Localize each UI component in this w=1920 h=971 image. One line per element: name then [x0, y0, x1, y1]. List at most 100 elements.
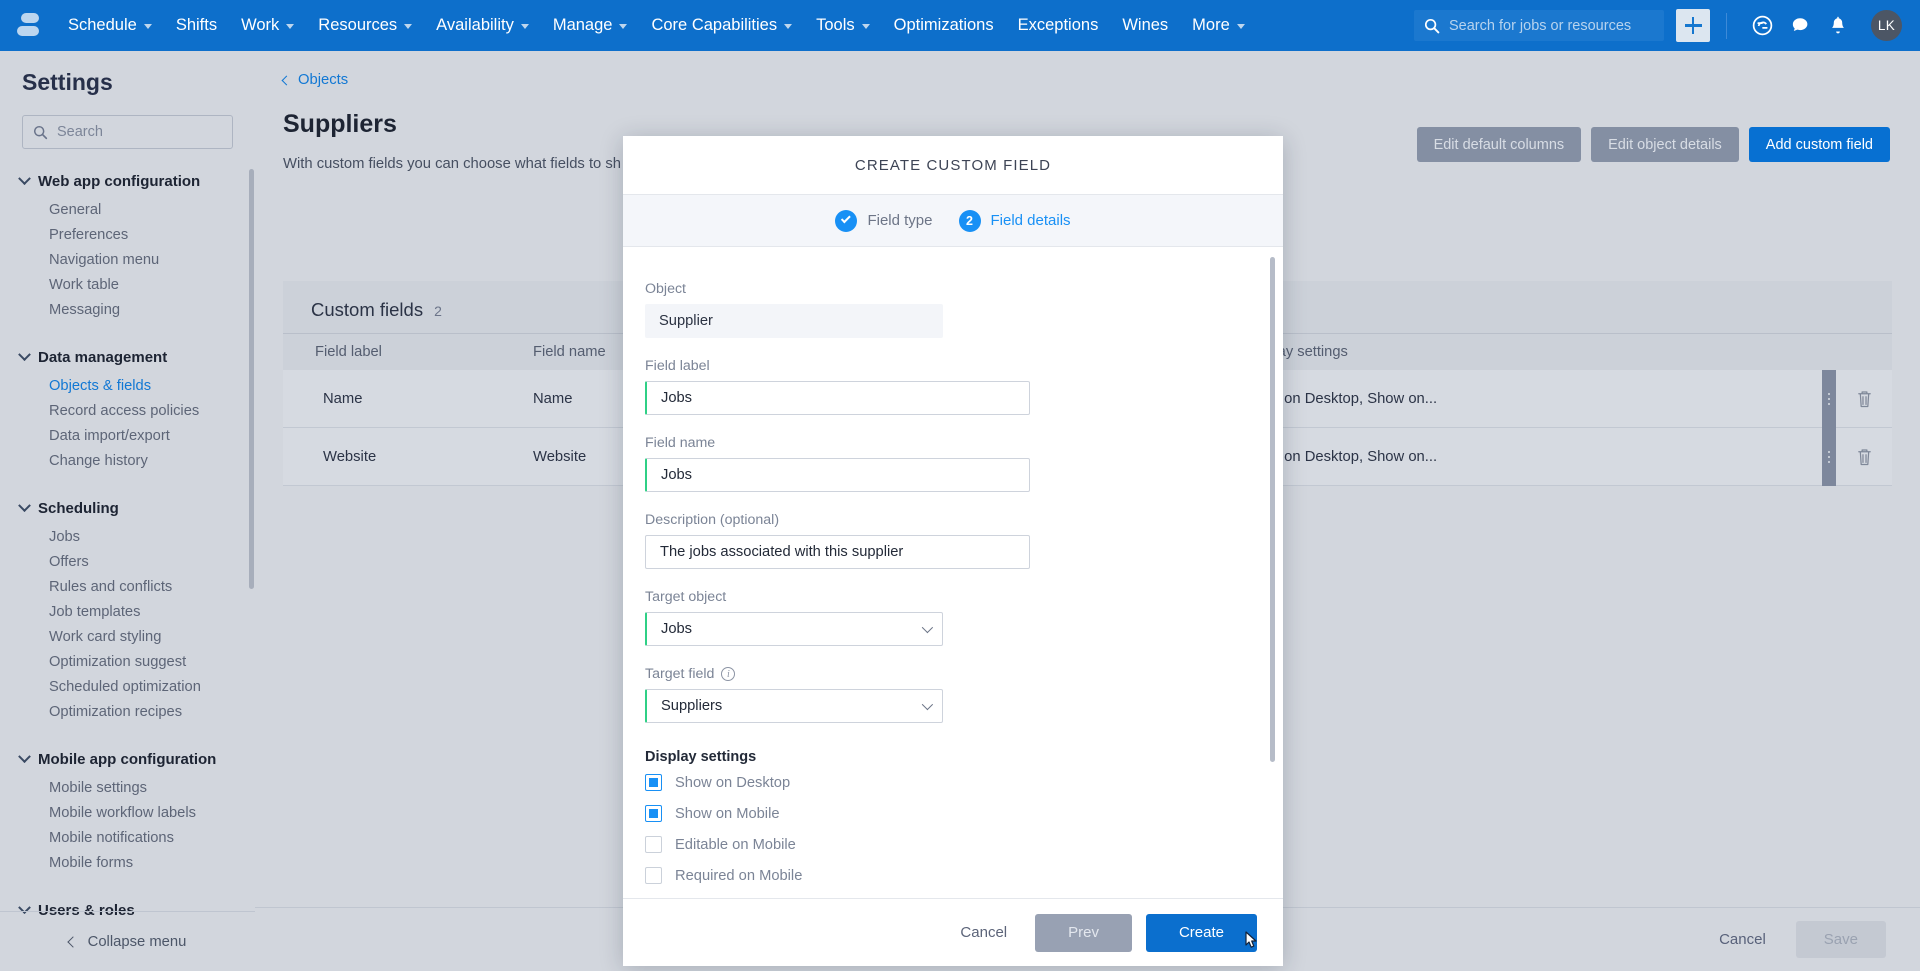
checkbox-row-show-on-desktop[interactable]: Show on Desktop [645, 774, 1283, 791]
sidebar-search-input[interactable]: Search [22, 115, 233, 149]
checkbox-row-show-on-mobile[interactable]: Show on Mobile [645, 805, 1283, 822]
column-header-field-label: Field label [283, 344, 533, 360]
description-input[interactable]: The jobs associated with this supplier [645, 535, 1030, 569]
create-custom-field-modal: CREATE CUSTOM FIELD Field type 2 Field d… [623, 136, 1283, 966]
delete-row-button[interactable] [1855, 446, 1874, 472]
modal-prev-button[interactable]: Prev [1035, 914, 1132, 952]
nav-item-more[interactable]: More [1180, 0, 1257, 51]
sidebar-item-preferences[interactable]: Preferences [0, 223, 255, 248]
nav-item-work[interactable]: Work [229, 0, 306, 51]
nav-item-tools[interactable]: Tools [804, 0, 882, 51]
page-save-button[interactable]: Save [1796, 921, 1886, 958]
search-icon [33, 125, 48, 140]
sidebar-group-header[interactable]: Data management [0, 341, 255, 374]
sidebar-item-mobile-notifications[interactable]: Mobile notifications [0, 826, 255, 851]
modal-cancel-button[interactable]: Cancel [946, 924, 1021, 941]
field-name-label: Field name [645, 435, 1283, 451]
target-field-select[interactable]: Suppliers [645, 689, 943, 723]
sidebar-item-offers[interactable]: Offers [0, 550, 255, 575]
modal-create-button[interactable]: Create [1146, 914, 1257, 952]
collapse-menu-button[interactable]: Collapse menu [0, 911, 255, 971]
chat-icon[interactable] [1781, 7, 1819, 45]
checkbox-label: Show on Mobile [675, 806, 780, 822]
sidebar-group-scheduling: Scheduling Jobs Offers Rules and conflic… [0, 492, 255, 725]
chevron-down-icon [404, 24, 412, 29]
sidebar-item-scheduled-optimization[interactable]: Scheduled optimization [0, 675, 255, 700]
nav-item-resources[interactable]: Resources [306, 0, 424, 51]
avatar-initials: LK [1878, 18, 1895, 33]
target-field-label-text: Target field [645, 666, 714, 682]
sidebar-item-mobile-forms[interactable]: Mobile forms [0, 851, 255, 876]
checkbox-row-editable-on-mobile[interactable]: Editable on Mobile [645, 836, 1283, 853]
field-label-input[interactable]: Jobs [645, 381, 1030, 415]
delete-row-button[interactable] [1855, 388, 1874, 414]
sidebar-group-web-app-configuration: Web app configuration General Preference… [0, 165, 255, 323]
target-object-label: Target object [645, 589, 1283, 605]
sidebar-item-change-history[interactable]: Change history [0, 449, 255, 474]
nav-item-manage[interactable]: Manage [541, 0, 640, 51]
sidebar-item-general[interactable]: General [0, 198, 255, 223]
checkbox-label: Editable on Mobile [675, 837, 796, 853]
checkbox-row-required-on-mobile[interactable]: Required on Mobile [645, 867, 1283, 884]
sidebar-item-optimization-suggest[interactable]: Optimization suggest [0, 650, 255, 675]
cell-display-settings: Show on Desktop, Show on... [1243, 449, 1743, 465]
add-custom-field-button[interactable]: Add custom field [1749, 127, 1890, 162]
custom-fields-title: Custom fields [311, 299, 423, 321]
nav-item-schedule[interactable]: Schedule [56, 0, 164, 51]
chevron-down-icon [922, 622, 933, 633]
step-label: Field details [991, 212, 1071, 229]
global-search-input[interactable]: Search for jobs or resources [1414, 10, 1664, 41]
nav-item-exceptions[interactable]: Exceptions [1006, 0, 1111, 51]
nav-item-shifts[interactable]: Shifts [164, 0, 229, 51]
sidebar-item-record-access-policies[interactable]: Record access policies [0, 399, 255, 424]
field-group-target-field: Target field i Suppliers [645, 666, 1283, 723]
sidebar-group-header[interactable]: Web app configuration [0, 165, 255, 198]
sidebar-group-header[interactable]: Mobile app configuration [0, 743, 255, 776]
sidebar-item-navigation-menu[interactable]: Navigation menu [0, 248, 255, 273]
nav-label: Work [241, 16, 279, 35]
sidebar-item-messaging[interactable]: Messaging [0, 298, 255, 323]
sidebar-item-work-card-styling[interactable]: Work card styling [0, 625, 255, 650]
nav-item-optimizations[interactable]: Optimizations [882, 0, 1006, 51]
drag-handle-icon[interactable] [1822, 428, 1836, 486]
sidebar-item-data-import-export[interactable]: Data import/export [0, 424, 255, 449]
chevron-down-icon [521, 24, 529, 29]
bell-icon[interactable] [1819, 7, 1857, 45]
nav-item-availability[interactable]: Availability [424, 0, 541, 51]
edit-object-details-button[interactable]: Edit object details [1591, 127, 1739, 162]
nav-label: Resources [318, 16, 397, 35]
sidebar-item-objects-and-fields[interactable]: Objects & fields [0, 374, 255, 399]
sidebar-item-job-templates[interactable]: Job templates [0, 600, 255, 625]
nav-item-core-capabilities[interactable]: Core Capabilities [639, 0, 804, 51]
field-name-input[interactable]: Jobs [645, 458, 1030, 492]
chevron-down-icon [18, 172, 31, 185]
modal-header: CREATE CUSTOM FIELD [623, 136, 1283, 195]
modal-body: Object Supplier Field label Jobs Field n… [623, 247, 1283, 898]
add-button[interactable] [1676, 9, 1710, 42]
sidebar-item-optimization-recipes[interactable]: Optimization recipes [0, 700, 255, 725]
sidebar-item-mobile-settings[interactable]: Mobile settings [0, 776, 255, 801]
step-field-details[interactable]: 2 Field details [959, 210, 1071, 232]
info-icon[interactable]: i [721, 667, 735, 681]
page-cancel-button[interactable]: Cancel [1703, 931, 1782, 948]
user-avatar[interactable]: LK [1871, 10, 1902, 41]
modal-footer: Cancel Prev Create [623, 898, 1283, 966]
step-field-type[interactable]: Field type [835, 210, 932, 232]
app-logo[interactable] [0, 13, 56, 39]
chevron-down-icon [1237, 24, 1245, 29]
sidebar-item-mobile-workflow-labels[interactable]: Mobile workflow labels [0, 801, 255, 826]
edit-default-columns-button[interactable]: Edit default columns [1417, 127, 1582, 162]
nav-item-wines[interactable]: Wines [1110, 0, 1180, 51]
modal-scrollbar-thumb[interactable] [1270, 257, 1275, 762]
sidebar-item-jobs[interactable]: Jobs [0, 525, 255, 550]
sync-icon[interactable] [1743, 7, 1781, 45]
sidebar-item-work-table[interactable]: Work table [0, 273, 255, 298]
drag-handle-icon[interactable] [1822, 370, 1836, 428]
step-number-badge: 2 [959, 210, 981, 232]
breadcrumb-objects[interactable]: Objects [255, 51, 365, 88]
target-object-select[interactable]: Jobs [645, 612, 943, 646]
custom-fields-count: 2 [434, 303, 442, 319]
sidebar-item-rules-and-conflicts[interactable]: Rules and conflicts [0, 575, 255, 600]
sidebar-scrollbar-thumb[interactable] [249, 169, 254, 589]
sidebar-group-header[interactable]: Scheduling [0, 492, 255, 525]
